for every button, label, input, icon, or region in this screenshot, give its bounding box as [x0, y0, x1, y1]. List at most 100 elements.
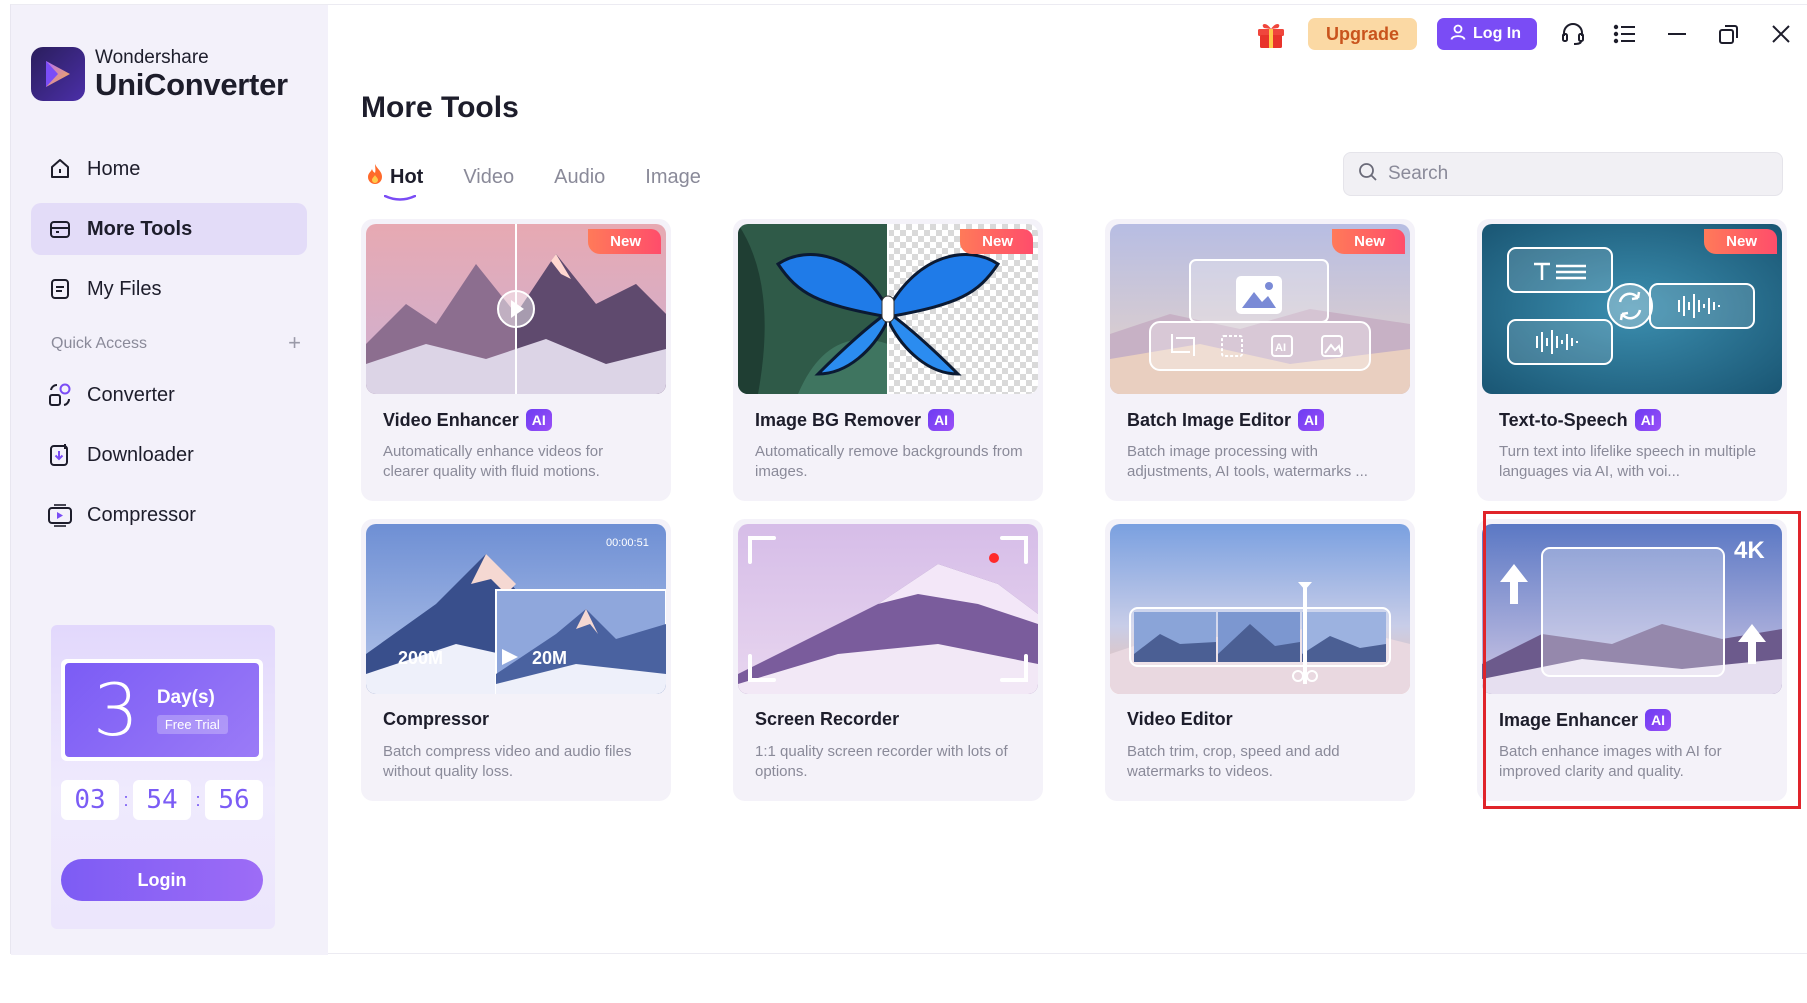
tool-card-screen-recorder[interactable]: Screen Recorder 1:1 quality screen recor… — [733, 519, 1043, 801]
search-input[interactable] — [1388, 163, 1768, 185]
ai-badge: AI — [525, 409, 552, 431]
new-badge: New — [960, 229, 1033, 254]
card-title: Text-to-Speech — [1499, 409, 1628, 430]
card-description: 1:1 quality screen recorder with lots of… — [755, 743, 1008, 780]
search-box[interactable] — [1343, 152, 1783, 196]
headset-support-icon[interactable] — [1557, 18, 1589, 50]
card-description: Batch compress video and audio files wit… — [383, 743, 632, 780]
video-editor-thumbnail — [1110, 524, 1410, 694]
trial-days-number: 3 — [93, 668, 139, 752]
tab-label: Hot — [390, 165, 424, 188]
card-title: Compressor — [383, 709, 490, 729]
text-to-speech-thumbnail: New — [1482, 224, 1782, 394]
svg-text:AI: AI — [1275, 342, 1286, 354]
card-description: Automatically enhance videos for clearer… — [383, 443, 604, 480]
sidebar-item-downloader[interactable]: Downloader — [31, 429, 307, 481]
card-title: Batch Image Editor — [1127, 409, 1292, 430]
active-tab-indicator — [384, 195, 416, 201]
card-title: Video Enhancer — [383, 409, 519, 430]
tool-card-video-editor[interactable]: Video Editor Batch trim, crop, speed and… — [1105, 519, 1415, 801]
trial-login-button[interactable]: Login — [61, 859, 263, 901]
card-title: Video Editor — [1127, 709, 1233, 729]
compressor-icon — [47, 502, 73, 528]
new-badge: New — [1332, 229, 1405, 254]
sidebar-item-home[interactable]: Home — [31, 143, 307, 195]
upgrade-button[interactable]: Upgrade — [1308, 18, 1418, 50]
sidebar-item-label: Home — [87, 157, 141, 180]
card-description: Batch image processing with adjustments,… — [1127, 443, 1368, 480]
tab-hot[interactable]: Hot — [366, 163, 424, 201]
new-badge: New — [588, 229, 661, 254]
brand-company: Wondershare — [95, 47, 209, 68]
sidebar-item-label: Converter — [87, 383, 175, 406]
gift-icon[interactable] — [1254, 17, 1288, 51]
image-enhancer-thumbnail: 4K — [1482, 524, 1782, 694]
tab-image[interactable]: Image — [645, 163, 701, 191]
sidebar-item-label: Compressor — [87, 503, 196, 526]
trial-days-box: 3 Day(s) Free Trial — [61, 659, 263, 761]
new-badge: New — [1704, 229, 1777, 254]
screen-recorder-thumbnail — [738, 524, 1038, 694]
menu-list-icon[interactable] — [1609, 18, 1641, 50]
quick-access-label: Quick Access — [51, 335, 148, 352]
fire-icon — [366, 163, 384, 191]
minimize-icon[interactable] — [1661, 18, 1693, 50]
sidebar-item-more-tools[interactable]: More Tools — [31, 203, 307, 255]
trial-countdown: 03 : 54 : 56 — [61, 780, 263, 820]
sidebar-item-label: More Tools — [87, 217, 193, 240]
tab-video[interactable]: Video — [463, 163, 514, 191]
timer-separator: : — [195, 789, 201, 810]
page-title: More Tools — [361, 91, 519, 124]
sidebar-item-label: Downloader — [87, 443, 194, 466]
category-tabs: Hot Video Audio Image — [366, 163, 701, 201]
batch-image-editor-thumbnail: AI New — [1110, 224, 1410, 394]
card-description: Batch trim, crop, speed and add watermar… — [1127, 743, 1340, 780]
compressor-thumbnail: 200M 20M 00:00:51 — [366, 524, 666, 694]
ai-badge: AI — [1298, 409, 1325, 431]
sidebar-item-label: My Files — [87, 277, 162, 300]
tab-audio[interactable]: Audio — [554, 163, 605, 191]
log-in-label: Log In — [1473, 25, 1521, 42]
close-icon[interactable] — [1765, 18, 1797, 50]
app-window: Wondershare UniConverter Home More Tools… — [10, 4, 1807, 955]
search-icon — [1358, 162, 1378, 187]
home-icon — [47, 156, 73, 182]
tool-card-image-enhancer[interactable]: 4K Image Enhancer AI Batch enhance images… — [1477, 519, 1787, 801]
uniconverter-logo-icon — [31, 47, 85, 101]
brand: Wondershare UniConverter — [31, 47, 288, 101]
tool-card-text-to-speech[interactable]: New Text-to-Speech AI Turn text into life… — [1477, 219, 1787, 501]
log-in-button[interactable]: Log In — [1437, 18, 1537, 50]
tool-card-image-bg-remover[interactable]: New Image BG Remover AI Automatically rem… — [733, 219, 1043, 501]
brand-product: UniConverter — [95, 67, 288, 102]
trial-card: 3 Day(s) Free Trial 03 : 54 : 56 Login — [51, 625, 275, 929]
compressed-size-label: 20M — [532, 648, 567, 668]
ai-badge: AI — [1634, 409, 1661, 431]
downloader-icon — [47, 442, 73, 468]
ai-badge: AI — [928, 409, 955, 431]
title-bar: Upgrade Log In — [1254, 17, 1797, 51]
tool-card-compressor[interactable]: 200M 20M 00:00:51 Compressor Batch compr… — [361, 519, 671, 801]
countdown-hours: 03 — [61, 780, 119, 820]
ai-badge: AI — [1645, 709, 1672, 731]
tool-card-video-enhancer[interactable]: New Video Enhancer AI Automatically enhan… — [361, 219, 671, 501]
timer-separator: : — [123, 789, 129, 810]
countdown-seconds: 56 — [205, 780, 263, 820]
resolution-4k-label: 4K — [1734, 537, 1765, 564]
video-enhancer-thumbnail: New — [366, 224, 666, 394]
countdown-minutes: 54 — [133, 780, 191, 820]
converter-icon — [47, 382, 73, 408]
add-quick-access-button[interactable]: + — [288, 332, 301, 354]
video-timestamp: 00:00:51 — [606, 537, 649, 549]
sidebar-item-my-files[interactable]: My Files — [31, 263, 307, 315]
card-title: Screen Recorder — [755, 709, 900, 729]
card-description: Turn text into lifelike speech in multip… — [1499, 443, 1757, 480]
restore-icon[interactable] — [1713, 18, 1745, 50]
file-icon — [47, 276, 73, 302]
card-title: Image Enhancer — [1499, 709, 1639, 730]
original-size-label: 200M — [398, 648, 443, 668]
trial-days-label: Day(s) — [156, 686, 215, 708]
sidebar: Wondershare UniConverter Home More Tools… — [11, 5, 328, 955]
sidebar-item-converter[interactable]: Converter — [31, 369, 307, 421]
tool-card-batch-image-editor[interactable]: AI New Batch Image Editor AI Batch image … — [1105, 219, 1415, 501]
sidebar-item-compressor[interactable]: Compressor — [31, 489, 307, 541]
